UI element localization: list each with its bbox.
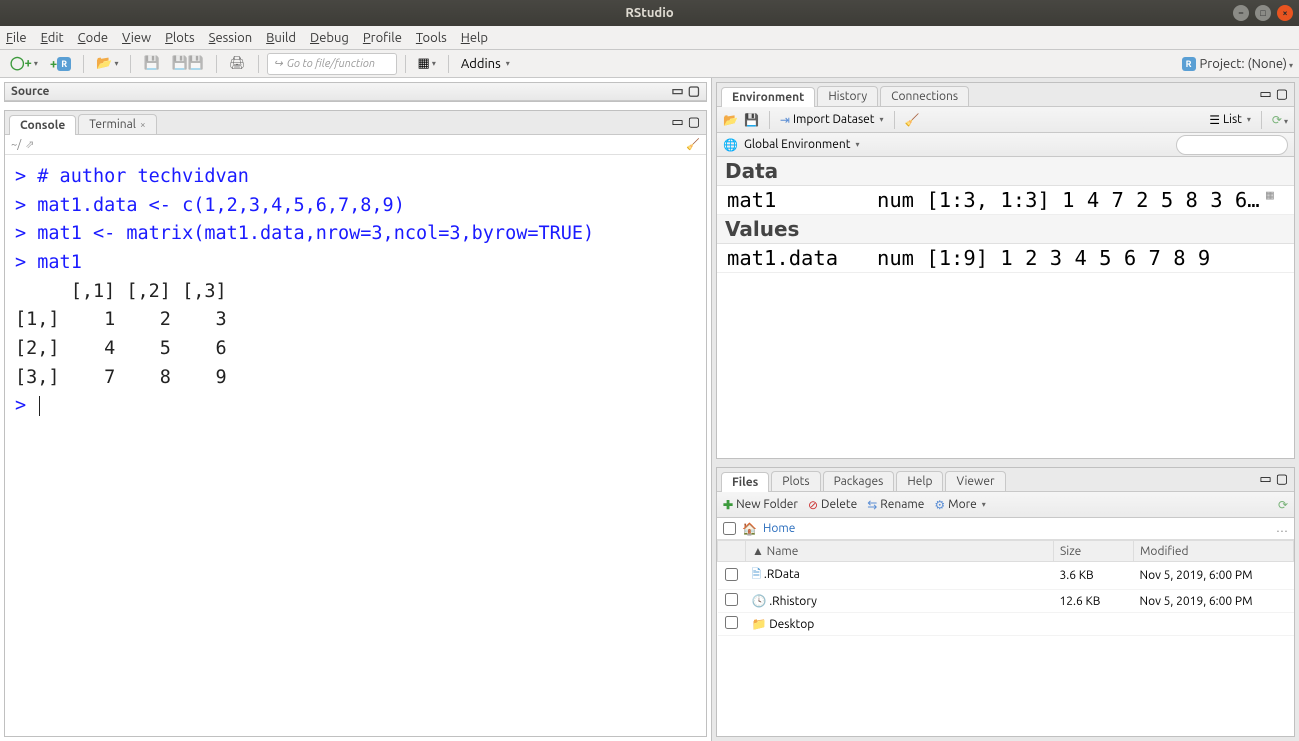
console-tabset: Console Terminal× ▭ ▢ <box>5 111 706 135</box>
load-workspace-button[interactable]: 📂 <box>723 113 738 127</box>
delete-file-button[interactable]: ⊘ Delete <box>808 498 857 512</box>
breadcrumb-home[interactable]: Home <box>763 522 795 535</box>
file-checkbox[interactable] <box>725 568 738 581</box>
window-close-button[interactable]: × <box>1277 5 1293 21</box>
refresh-button[interactable]: ⟳▾ <box>1272 113 1288 127</box>
save-all-button[interactable]: 💾💾 <box>168 53 208 75</box>
pane-maximize-icon[interactable]: ▢ <box>688 115 700 130</box>
tab-plots[interactable]: Plots <box>771 471 820 491</box>
window-title: RStudio <box>625 6 673 20</box>
pane-minimize-icon[interactable]: ▭ <box>1259 472 1271 487</box>
home-icon[interactable]: 🏠 <box>742 522 757 536</box>
tab-help[interactable]: Help <box>896 471 943 491</box>
rename-file-button[interactable]: ⇆ Rename <box>867 498 924 512</box>
tab-files[interactable]: Files <box>721 472 769 492</box>
r-globe-icon: 🌐 <box>723 138 738 152</box>
env-section-header: Values <box>717 215 1294 244</box>
menu-edit[interactable]: Edit <box>41 31 64 45</box>
console-pane: Console Terminal× ▭ ▢ ~/ ⇗ 🧹 > # author … <box>4 110 707 737</box>
file-table: ▲ Name Size Modified 🗎 .RData3.6 KBNov 5… <box>717 540 1294 736</box>
source-pane: Source ▭ ▢ <box>4 82 707 102</box>
column-size[interactable]: Size <box>1054 541 1134 562</box>
r-logo-icon: R <box>1182 57 1196 71</box>
file-checkbox[interactable] <box>725 593 738 606</box>
pane-minimize-icon[interactable]: ▭ <box>671 84 683 99</box>
more-dropdown[interactable]: ⚙ More▾ <box>934 498 985 512</box>
grid-icon[interactable]: ▦ <box>1266 188 1284 212</box>
file-row[interactable]: 🗎 .RData3.6 KBNov 5, 2019, 6:00 PM <box>718 562 1294 590</box>
pane-minimize-icon[interactable]: ▭ <box>1259 87 1271 102</box>
new-folder-button[interactable]: ✚ New Folder <box>723 498 798 512</box>
env-row[interactable]: mat1num [1:3, 1:3] 1 4 7 2 5 8 3 6…▦ <box>717 186 1294 215</box>
menu-profile[interactable]: Profile <box>363 31 402 45</box>
environment-search-input[interactable] <box>1176 135 1288 155</box>
file-row[interactable]: 📁 Desktop <box>718 613 1294 636</box>
addins-dropdown[interactable]: Addins▾ <box>457 53 514 75</box>
tab-history[interactable]: History <box>817 86 878 106</box>
menu-code[interactable]: Code <box>78 31 108 45</box>
menu-view[interactable]: View <box>122 31 151 45</box>
menu-build[interactable]: Build <box>266 31 296 45</box>
pane-minimize-icon[interactable]: ▭ <box>671 115 683 130</box>
project-dropdown[interactable]: Project: (None)▾ <box>1200 57 1293 71</box>
console-output[interactable]: > # author techvidvan > mat1.data <- c(1… <box>5 155 706 736</box>
file-row[interactable]: 🕓 .Rhistory12.6 KBNov 5, 2019, 6:00 PM <box>718 590 1294 613</box>
tab-environment[interactable]: Environment <box>721 87 815 107</box>
grid-view-button[interactable]: ▦▾ <box>414 53 440 75</box>
save-workspace-button[interactable]: 💾 <box>744 113 759 127</box>
pane-maximize-icon[interactable]: ▢ <box>1276 472 1288 487</box>
environment-list: Datamat1num [1:3, 1:3] 1 4 7 2 5 8 3 6…▦… <box>717 157 1294 458</box>
more-path-button[interactable]: … <box>1276 522 1288 535</box>
menu-debug[interactable]: Debug <box>310 31 349 45</box>
print-button[interactable]: 🖨 <box>225 53 250 75</box>
files-tabset: Files Plots Packages Help Viewer ▭ ▢ <box>717 468 1294 492</box>
env-row[interactable]: mat1.datanum [1:9] 1 2 3 4 5 6 7 8 9 <box>717 244 1294 273</box>
menu-session[interactable]: Session <box>209 31 252 45</box>
column-modified[interactable]: Modified <box>1134 541 1294 562</box>
console-working-dir: ~/ <box>11 139 21 151</box>
save-button[interactable]: 💾 <box>139 53 163 75</box>
tab-console[interactable]: Console <box>9 115 76 135</box>
open-file-button[interactable]: 📂▾ <box>92 53 122 75</box>
main-toolbar: ◯+▾ +R 📂▾ 💾 💾💾 🖨 ↪Go to file/function ▦▾… <box>0 50 1299 78</box>
env-section-header: Data <box>717 157 1294 186</box>
tab-connections[interactable]: Connections <box>880 86 969 106</box>
pane-maximize-icon[interactable]: ▢ <box>1276 87 1288 102</box>
tab-viewer[interactable]: Viewer <box>945 471 1005 491</box>
window-maximize-button[interactable]: □ <box>1255 5 1271 21</box>
new-file-button[interactable]: ◯+▾ <box>6 53 42 75</box>
view-mode-dropdown[interactable]: ☰ List▾ <box>1209 113 1251 127</box>
menu-help[interactable]: Help <box>461 31 488 45</box>
menu-file[interactable]: File <box>6 31 27 45</box>
titlebar: RStudio – □ × <box>0 0 1299 26</box>
select-all-checkbox[interactable] <box>723 522 736 535</box>
import-dataset-dropdown[interactable]: ⇥ Import Dataset▾ <box>780 113 884 127</box>
files-pane: Files Plots Packages Help Viewer ▭ ▢ ✚ N… <box>716 467 1295 737</box>
go-to-file-input[interactable]: ↪Go to file/function <box>267 53 397 75</box>
clear-console-icon[interactable]: 🧹 <box>686 138 700 151</box>
source-pane-title: Source <box>11 85 49 98</box>
files-breadcrumb: 🏠 Home … <box>717 518 1294 540</box>
clear-workspace-button[interactable]: 🧹 <box>905 113 920 127</box>
window-minimize-button[interactable]: – <box>1233 5 1249 21</box>
menu-plots[interactable]: Plots <box>165 31 195 45</box>
menu-tools[interactable]: Tools <box>416 31 447 45</box>
tab-terminal[interactable]: Terminal× <box>78 114 156 134</box>
open-dir-icon[interactable]: ⇗ <box>25 138 34 151</box>
menubar: File Edit Code View Plots Session Build … <box>0 26 1299 50</box>
console-path-bar: ~/ ⇗ 🧹 <box>5 135 706 155</box>
file-checkbox[interactable] <box>725 616 738 629</box>
new-project-button[interactable]: +R <box>46 53 75 75</box>
pane-maximize-icon[interactable]: ▢ <box>688 84 700 99</box>
close-icon[interactable]: × <box>140 119 146 130</box>
environment-pane: Environment History Connections ▭ ▢ 📂 💾 … <box>716 82 1295 459</box>
environment-tabset: Environment History Connections ▭ ▢ <box>717 83 1294 107</box>
column-name[interactable]: ▲ Name <box>746 541 1054 562</box>
refresh-files-button[interactable]: ⟳ <box>1278 498 1288 512</box>
tab-packages[interactable]: Packages <box>823 471 895 491</box>
environment-scope-dropdown[interactable]: Global Environment▾ <box>744 138 860 151</box>
